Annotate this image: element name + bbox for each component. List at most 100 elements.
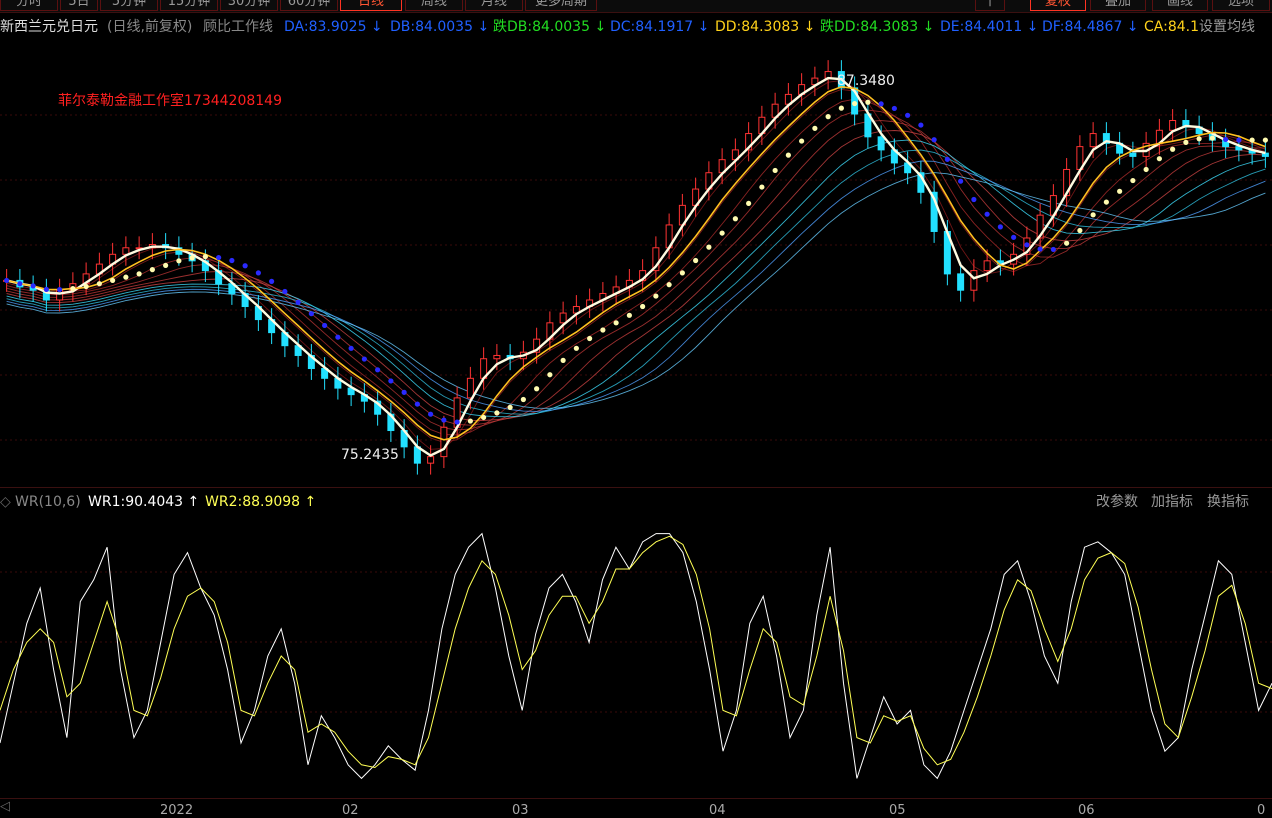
trend-dot-23 [308, 311, 314, 317]
modify-params-button[interactable]: 改参数 [1096, 490, 1138, 514]
period-tab-8[interactable]: 月线 [465, 0, 523, 11]
period-tab-3[interactable]: 15分钟 [160, 0, 218, 11]
trend-dot-2 [30, 283, 36, 289]
period-tab-5[interactable]: 60分钟 [280, 0, 338, 11]
trend-dot-19 [255, 270, 261, 276]
scroll-left-icon[interactable]: ◁ [0, 799, 10, 814]
trend-dot-73 [971, 196, 977, 203]
trend-dot-54 [719, 230, 725, 236]
wr-line-wr1 [0, 532, 1272, 780]
trend-dot-14 [189, 255, 195, 261]
wr-chart[interactable] [0, 514, 1272, 797]
indicator-name[interactable]: 顾比工作线 [203, 14, 273, 38]
trend-dot-36 [481, 414, 487, 421]
trend-dot-34 [454, 419, 460, 425]
trend-dot-28 [375, 367, 381, 373]
wr-chart-svg [0, 532, 1272, 780]
ma-short-line [6, 76, 1266, 457]
period-tab-6[interactable]: 日线 [340, 0, 402, 11]
low-price-label: 75.2435 [341, 447, 399, 463]
ma-ribbon-0 [6, 80, 1266, 450]
trend-dot-75 [997, 224, 1003, 230]
trend-dot-6 [83, 283, 89, 290]
period-tab-9[interactable]: 更多周期 [525, 0, 597, 11]
trend-dot-0 [4, 277, 10, 284]
x-label-03: 03 [512, 803, 529, 818]
trend-dot-38 [507, 404, 513, 410]
wr-collapse-icon[interactable]: ◇ [0, 490, 11, 514]
wr2-value: WR2:88.9098 ↑ [205, 490, 316, 514]
trend-dot-42 [560, 357, 566, 363]
indicator-value-1: DB:84.0035 ↓ [390, 19, 490, 35]
indicator-value-5: 跌DD:84.3083 ↓ [820, 19, 935, 35]
chart-mode: (日线,前复权) [107, 19, 193, 35]
x-label-07: 0 [1257, 803, 1266, 818]
trend-dot-86 [1143, 166, 1149, 173]
trend-dot-66 [878, 101, 884, 107]
x-label-02: 02 [342, 803, 359, 818]
trend-dot-87 [1156, 156, 1162, 162]
period-tab-7[interactable]: 周线 [405, 0, 463, 11]
trend-dot-35 [467, 418, 473, 424]
trend-dot-10 [136, 271, 142, 277]
trend-dot-69 [918, 122, 924, 128]
period-toolbar: 分时 5日 5分钟 15分钟 30分钟 60分钟 日线 周线 月线 更多周期 十 复权 叠加 画线 选项 [0, 0, 1272, 13]
indicator-value-6: DE:84.4011 ↓ [940, 19, 1039, 35]
trend-dot-50 [666, 282, 672, 288]
period-tab-1[interactable]: 5日 [60, 0, 98, 11]
x-label-2022: 2022 [160, 803, 194, 818]
trend-dot-85 [1130, 177, 1136, 184]
trend-dot-72 [958, 178, 964, 184]
tool-tab-4[interactable]: 选项 [1212, 0, 1270, 11]
candle-body-37 [493, 354, 501, 360]
ma-mid-line [6, 85, 1266, 441]
candle-body-82 [1089, 133, 1097, 148]
settings-ma-button[interactable]: 设置均线 [1199, 14, 1255, 38]
trend-dot-68 [905, 112, 911, 118]
wr-indicator-name[interactable]: WR(10,6) [15, 490, 81, 514]
trend-dot-31 [414, 401, 420, 407]
trend-dot-22 [295, 299, 301, 305]
trend-dot-53 [706, 244, 712, 250]
trend-dot-93 [1236, 137, 1242, 143]
wr-info-bar: ◇ WR(10,6) WR1:90.4043 ↑ WR2:88.9098 ↑ 改… [0, 490, 1272, 514]
trend-dot-77 [1024, 242, 1030, 248]
trend-dot-47 [626, 312, 632, 318]
trend-dot-1 [17, 281, 23, 287]
tool-tab-0[interactable]: 十 [975, 0, 1005, 11]
trend-dot-44 [587, 335, 593, 342]
tool-tab-2[interactable]: 叠加 [1090, 0, 1146, 11]
trend-dot-55 [732, 216, 738, 222]
trend-dot-84 [1117, 188, 1123, 194]
candle-body-85 [1129, 152, 1137, 157]
period-tab-2[interactable]: 5分钟 [100, 0, 158, 11]
x-axis: ◁ 2022 02 03 04 05 06 0 [0, 798, 1272, 818]
trend-dot-26 [348, 345, 354, 351]
trend-dot-92 [1223, 136, 1229, 143]
indicator-info-bar: 新西兰元兑日元 (日线,前复权) 顾比工作线 设置均线 DA:83.9025 ↓… [0, 14, 1272, 38]
trend-dot-51 [679, 270, 685, 276]
panel-separator [0, 487, 1272, 488]
instrument-title: 新西兰元兑日元 [0, 19, 98, 35]
switch-indicator-button[interactable]: 换指标 [1207, 490, 1249, 514]
tool-tab-1[interactable]: 复权 [1030, 0, 1086, 11]
ma-ribbon-1 [6, 88, 1266, 443]
period-tab-0[interactable]: 分时 [0, 0, 58, 11]
trend-dot-88 [1170, 146, 1176, 152]
trend-dot-40 [534, 386, 540, 392]
trend-dot-90 [1196, 136, 1202, 142]
x-label-05: 05 [889, 803, 906, 818]
trend-dot-43 [573, 345, 579, 351]
trend-dot-61 [812, 125, 818, 131]
trend-dot-71 [944, 156, 950, 162]
add-indicator-button[interactable]: 加指标 [1151, 490, 1193, 514]
trend-dot-46 [613, 320, 619, 326]
trend-dot-89 [1183, 139, 1189, 145]
trend-dot-33 [441, 417, 447, 423]
candle-body-72 [957, 273, 965, 291]
period-tab-4[interactable]: 30分钟 [220, 0, 278, 11]
tool-tab-3[interactable]: 画线 [1152, 0, 1208, 11]
wr1-value: WR1:90.4043 ↑ [88, 490, 199, 514]
indicator-value-2: 跌DB:84.0035 ↓ [493, 19, 607, 35]
trend-dot-62 [825, 113, 831, 120]
